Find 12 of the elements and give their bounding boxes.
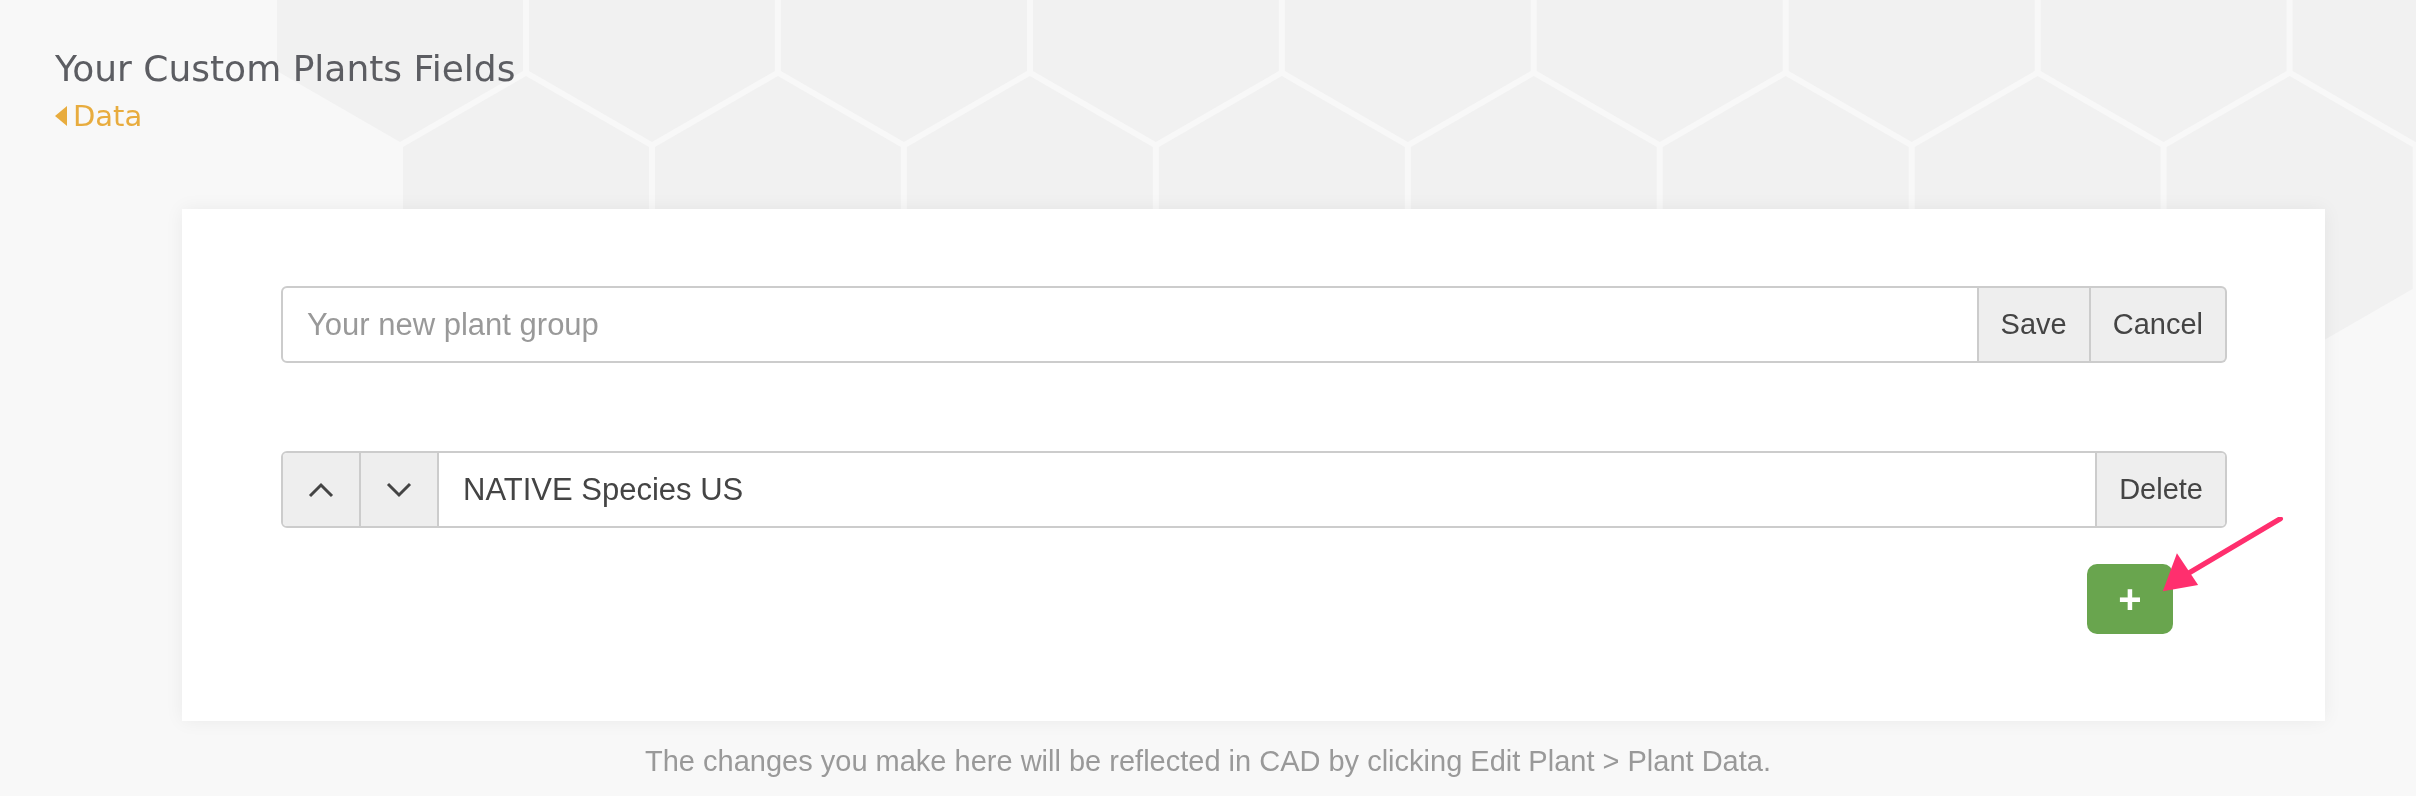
group-action-button[interactable]: Save (1978, 286, 2091, 363)
caret-left-icon (55, 106, 67, 126)
chevron-down-icon (386, 481, 412, 498)
group-action-button[interactable]: Cancel (2090, 286, 2227, 363)
footer-note: The changes you make here will be reflected in CAD by clicking Edit Plant > Plant Data. (644, 745, 1772, 778)
move-down-button[interactable] (361, 453, 439, 526)
move-up-button[interactable] (283, 453, 361, 526)
chevron-up-icon (308, 481, 334, 498)
delete-button[interactable]: Delete (2095, 453, 2225, 526)
group-name-field[interactable]: Your new plant group (281, 286, 1979, 363)
group-name: NATIVE Species US (462, 470, 745, 509)
page-title: Your Custom Plants Fields (55, 48, 517, 89)
